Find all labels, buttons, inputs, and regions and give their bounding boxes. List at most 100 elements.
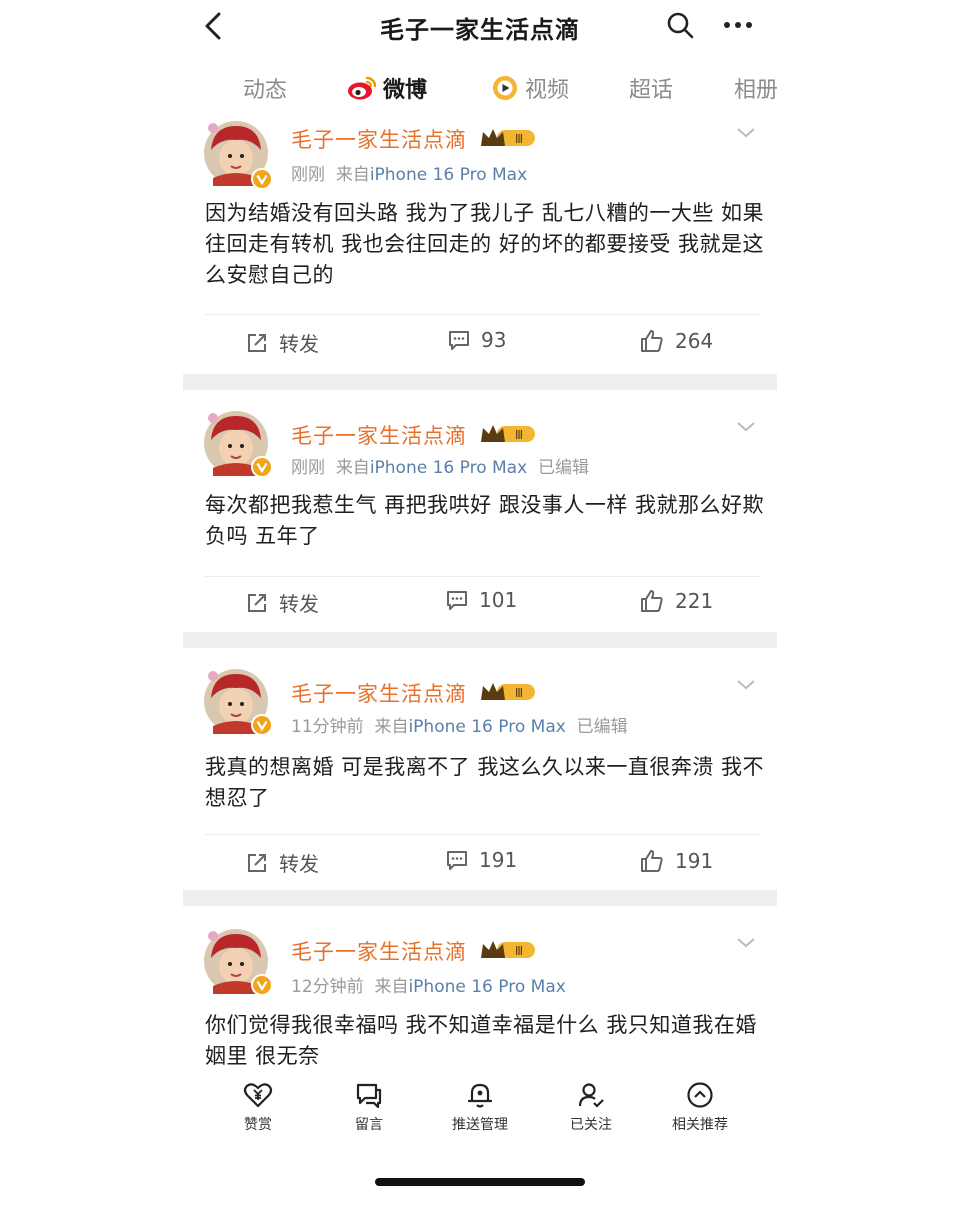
post-meta: 刚刚 来自iPhone 16 Pro Max 已编辑: [291, 453, 589, 478]
chevron-up-circle-icon: [687, 1082, 713, 1108]
bottom-label: 已关注: [570, 1117, 612, 1133]
source-prefix: 来自: [335, 165, 370, 185]
post-text: 我真的想离婚 可是我离不了 我这么久以来一直很奔溃 我不想忍了: [205, 755, 765, 810]
reward-button[interactable]: 赞赏: [213, 1080, 303, 1134]
chevron-down-icon[interactable]: [735, 678, 757, 692]
bottom-label: 留言: [355, 1117, 383, 1133]
post-time: 12分钟前: [291, 977, 364, 997]
divider: [205, 576, 761, 577]
like-count: 191: [675, 849, 714, 873]
thumbs-up-icon: [641, 850, 663, 872]
more-horizontal-icon[interactable]: [721, 10, 755, 40]
post-card[interactable]: 毛子一家生活点滴 Ⅲ 刚刚 来自iPhone 16 Pro Max 因为结婚没有…: [183, 118, 777, 374]
like-button[interactable]: 221: [639, 588, 713, 614]
related-recommend-button[interactable]: 相关推荐: [655, 1080, 745, 1134]
repost-icon: [248, 333, 266, 352]
repost-label: 转发: [279, 592, 319, 616]
source-prefix: 来自: [374, 717, 409, 737]
source-device: iPhone 16 Pro Max: [369, 458, 528, 478]
post-meta: 12分钟前 来自iPhone 16 Pro Max: [291, 972, 566, 997]
verified-badge-icon: [251, 168, 273, 190]
post-card[interactable]: 毛子一家生活点滴 Ⅲ 11分钟前 来自iPhone 16 Pro Max 已编辑…: [183, 648, 777, 890]
member-level: Ⅲ: [515, 944, 523, 958]
tab-chaohua[interactable]: 超话: [629, 72, 673, 104]
thumbs-up-icon: [641, 330, 663, 352]
post-actions: 转发 191 191: [183, 838, 777, 890]
divider: [205, 314, 761, 315]
weibo-logo-icon: [348, 76, 377, 100]
message-icon: [356, 1083, 382, 1109]
tab-album[interactable]: 相册: [734, 72, 777, 104]
source-device: iPhone 16 Pro Max: [408, 717, 566, 737]
member-level: Ⅲ: [515, 428, 523, 442]
bottom-toolbar: 赞赏 留言 推送管理 已关注 相关推荐: [183, 1068, 777, 1148]
username[interactable]: 毛子一家生活点滴: [291, 936, 467, 966]
comment-button[interactable]: 101: [445, 588, 517, 612]
top-bar: 毛子一家生活点滴: [183, 0, 777, 52]
member-crown-icon: Ⅲ: [481, 425, 535, 442]
heart-yen-icon: [243, 1083, 273, 1108]
like-button[interactable]: 264: [639, 328, 713, 354]
comment-button[interactable]: 191: [445, 848, 517, 872]
like-count: 221: [675, 589, 714, 613]
verified-badge-icon: [251, 714, 273, 736]
divider: [205, 834, 761, 835]
comment-button[interactable]: 93: [447, 328, 506, 352]
comment-icon: [449, 331, 469, 350]
bottom-label: 赞赏: [244, 1117, 272, 1133]
post-separator: [183, 374, 777, 390]
post-separator: [183, 632, 777, 648]
repost-icon: [248, 853, 266, 872]
comment-count: 101: [479, 588, 518, 612]
edited-label: 已编辑: [537, 458, 589, 478]
tab-video[interactable]: 视频: [491, 72, 569, 104]
source-device: iPhone 16 Pro Max: [408, 977, 566, 997]
chevron-down-icon[interactable]: [735, 420, 757, 434]
member-crown-icon: Ⅲ: [481, 129, 535, 146]
repost-button[interactable]: 转发: [245, 328, 319, 357]
post-text: 因为结婚没有回头路 我为了我儿子 乱七八糟的一大些 如果往回走有转机 我也会往回…: [205, 201, 765, 287]
tab-label: 微博: [383, 78, 428, 103]
tab-weibo[interactable]: 微博: [347, 72, 427, 104]
tab-dongtai[interactable]: 动态: [243, 72, 287, 104]
bell-icon: [467, 1083, 493, 1108]
post-time: 刚刚: [291, 458, 325, 478]
thumbs-up-icon: [641, 590, 663, 612]
post-text: 你们觉得我很幸福吗 我不知道幸福是什么 我只知道我在婚姻里 很无奈: [205, 1013, 757, 1068]
repost-label: 转发: [279, 332, 319, 356]
member-crown-icon: Ⅲ: [481, 941, 535, 958]
profile-tabs: 动态 微博 视频 超话 相册: [183, 60, 777, 118]
search-icon[interactable]: [665, 10, 695, 40]
following-button[interactable]: 已关注: [546, 1080, 636, 1134]
chevron-down-icon[interactable]: [735, 936, 757, 950]
push-settings-button[interactable]: 推送管理: [435, 1080, 525, 1134]
tab-label: 动态: [243, 78, 288, 103]
source-prefix: 来自: [374, 977, 409, 997]
post-actions: 转发 93 264: [183, 318, 777, 370]
repost-icon: [248, 593, 266, 612]
post-separator: [183, 890, 777, 906]
member-crown-icon: Ⅲ: [481, 683, 535, 700]
comment-count: 93: [481, 328, 507, 352]
username[interactable]: 毛子一家生活点滴: [291, 420, 467, 450]
post-actions: 转发 101 221: [183, 578, 777, 630]
username[interactable]: 毛子一家生活点滴: [291, 124, 467, 154]
message-button[interactable]: 留言: [324, 1080, 414, 1134]
post-card[interactable]: 毛子一家生活点滴 Ⅲ 刚刚 来自iPhone 16 Pro Max 已编辑 每次…: [183, 390, 777, 632]
chevron-down-icon[interactable]: [735, 126, 757, 140]
verified-badge-icon: [251, 456, 273, 478]
username[interactable]: 毛子一家生活点滴: [291, 678, 467, 708]
comment-icon: [447, 591, 467, 610]
post-card[interactable]: 毛子一家生活点滴 Ⅲ 12分钟前 来自iPhone 16 Pro Max 你们觉…: [183, 906, 777, 1068]
member-level: Ⅲ: [515, 686, 523, 700]
repost-label: 转发: [279, 852, 319, 876]
comment-count: 191: [479, 848, 518, 872]
home-indicator[interactable]: [375, 1178, 585, 1186]
post-time: 11分钟前: [291, 717, 364, 737]
source-prefix: 来自: [335, 458, 370, 478]
repost-button[interactable]: 转发: [245, 848, 319, 877]
comment-icon: [447, 851, 467, 870]
repost-button[interactable]: 转发: [245, 588, 319, 617]
like-button[interactable]: 191: [639, 848, 713, 874]
tab-label: 相册: [734, 78, 777, 103]
